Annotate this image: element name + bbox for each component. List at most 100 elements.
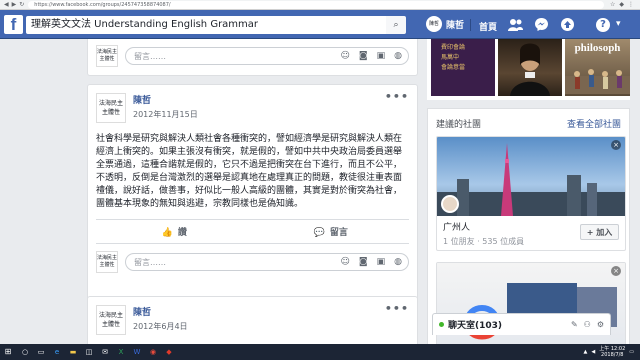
camera-icon[interactable]: ◙ [359, 48, 368, 65]
messenger-icon[interactable] [534, 17, 549, 32]
online-status-icon [439, 322, 444, 327]
avatar[interactable]: 法海民主 主體性 [96, 45, 118, 67]
notifications-icon[interactable] [560, 17, 575, 32]
back-icon[interactable]: ◀ [4, 1, 9, 8]
search-icon[interactable]: ○ [18, 346, 32, 358]
avatar-text: 主體性 [99, 262, 115, 268]
comment-input[interactable]: 留言…… ☺ ◙ ▣ ◍ [125, 253, 409, 271]
gif-icon[interactable]: ▣ [377, 254, 386, 271]
browser-nav: ◀ ▶ ↻ [0, 1, 28, 8]
chat-tools: ✎ ⚇ ⚙ [571, 320, 604, 329]
see-all-groups-link[interactable]: 查看全部社團 [567, 117, 621, 130]
mail-icon[interactable]: ✉ [98, 346, 112, 358]
panel-title: 建議的社團 [436, 120, 482, 130]
post-header: 法海民主 主體性 陳哲 2012年6月4日 [88, 297, 417, 335]
photo-thumbnail[interactable]: philosoph [565, 39, 630, 96]
comment-input[interactable]: 留言…… ☺ ◙ ▣ ◍ [125, 47, 409, 65]
comment-row: 法海民主 主體性 留言…… ☺ ◙ ▣ ◍ [88, 39, 417, 67]
chrome-icon[interactable]: ◉ [146, 346, 160, 358]
volume-icon[interactable]: ◀ [591, 349, 595, 355]
group-info: 广州人 1 位朋友 · 535 位成員 + 加入 [437, 216, 625, 250]
address-bar[interactable]: https://www.facebook.com/groups/24574735… [28, 0, 604, 9]
settings-icon[interactable]: ⚙ [597, 320, 604, 329]
sticker-icon[interactable]: ◍ [394, 254, 402, 271]
chat-bar[interactable]: 聊天室(103) ✎ ⚇ ⚙ [432, 313, 611, 335]
windows-start-icon[interactable]: ⊞ [0, 344, 16, 360]
photo-thumbnail[interactable]: 費印會論 馬萬中 會論意當 [431, 39, 495, 96]
avatar[interactable]: 法海民主 主體性 [96, 305, 126, 335]
task-view-icon[interactable]: ▭ [34, 346, 48, 358]
post-card: 法海民主 主體性 陳哲 2012年11月15日 ••• 社會科學是研究與解決人類… [87, 84, 418, 327]
suggested-groups-panel: 建議的社團 查看全部社團 × 广州人 1 位朋友 · 535 位成員 + 加入 … [427, 108, 630, 344]
post-timestamp[interactable]: 2012年6月4日 [133, 321, 188, 332]
excel-icon[interactable]: X [114, 346, 128, 358]
gif-icon[interactable]: ▣ [377, 48, 386, 65]
comment-label: 留言 [329, 228, 348, 238]
comment-button[interactable]: 💬 留言 [253, 225, 410, 238]
shield-icon[interactable]: ◆ [619, 1, 624, 8]
network-icon[interactable]: ▲ [584, 349, 588, 355]
avatar[interactable]: 法海民主 主體性 [96, 93, 126, 123]
more-options-icon[interactable]: ••• [385, 90, 409, 103]
comment-tools: ☺ ◙ ▣ ◍ [341, 254, 403, 271]
facebook-logo[interactable]: f [4, 15, 23, 34]
acrobat-icon[interactable]: ◆ [162, 346, 176, 358]
menu-icon[interactable]: ⋮ [628, 1, 634, 8]
comment-placeholder: 留言…… [134, 257, 166, 267]
forward-icon[interactable]: ▶ [12, 1, 17, 8]
group-icon[interactable]: ⚇ [584, 320, 591, 329]
jewel-icons [508, 17, 575, 32]
right-sidebar: 費印會論 馬萬中 會論意當 philosoph 建議的社團 查看全部社團 × 广… [427, 39, 630, 344]
comment-placeholder: 留言…… [134, 51, 166, 61]
search-icon[interactable]: ⌕ [386, 16, 406, 34]
camera-icon[interactable]: ◙ [359, 254, 368, 271]
star-icon[interactable]: ☆ [610, 1, 615, 8]
post-body: 社會科學是研究與解決人類社會各種衝突的，譬如經濟學是研究與解決人類在經濟上衝突的… [96, 134, 403, 209]
word-icon[interactable]: W [130, 346, 144, 358]
os-taskbar: ⊞ ○ ▭ e ▬ ◫ ✉ X W ◉ ◆ ▲ ◀ 上午 12:02 2018/… [0, 344, 640, 360]
post-header: 法海民主 主體性 陳哲 2012年11月15日 [88, 85, 417, 123]
chevron-down-icon[interactable]: ▾ [616, 19, 621, 29]
home-link[interactable]: 首頁 [479, 20, 497, 33]
avatar-text: 主體性 [101, 109, 120, 116]
close-icon[interactable]: × [611, 266, 621, 276]
avatar-text: 法海民主 [97, 255, 118, 261]
group-card: × 广州人 1 位朋友 · 535 位成員 + 加入 [436, 136, 626, 251]
search-input[interactable]: 理解英文文法 Understanding English Grammar [26, 16, 404, 34]
profile-link[interactable]: 陳哲 陳哲 [426, 16, 464, 32]
comment-tools: ☺ ◙ ▣ ◍ [341, 48, 403, 65]
sticker-icon[interactable]: ◍ [394, 48, 402, 65]
store-icon[interactable]: ◫ [82, 346, 96, 358]
avatar-text: 主體性 [101, 321, 120, 328]
avatar: 陳哲 [426, 16, 442, 32]
emoji-icon[interactable]: ☺ [341, 48, 350, 65]
post-actions: 👍 讚 💬 留言 [96, 219, 409, 243]
group-cover[interactable]: × [437, 137, 625, 216]
clock-date: 2018/7/8 [601, 352, 624, 358]
friend-requests-icon[interactable] [508, 17, 523, 32]
avatar-text: 法海民主 [97, 49, 118, 55]
close-icon[interactable]: × [611, 140, 621, 150]
edge-icon[interactable]: e [50, 346, 64, 358]
group-photos: 費印會論 馬萬中 會論意當 philosoph [427, 39, 630, 100]
photo-thumbnail[interactable] [498, 39, 562, 96]
like-button[interactable]: 👍 讚 [96, 225, 253, 238]
clock[interactable]: 上午 12:02 2018/7/8 [599, 346, 625, 358]
post-timestamp[interactable]: 2012年11月15日 [133, 109, 198, 120]
post-author[interactable]: 陳哲 [133, 305, 188, 318]
avatar[interactable]: 法海民主 主體性 [96, 251, 118, 273]
join-group-button[interactable]: + 加入 [580, 224, 619, 240]
post-author[interactable]: 陳哲 [133, 93, 198, 106]
avatar-text: 法海民主 [98, 100, 123, 107]
notification-center-icon[interactable]: ▭ [629, 349, 634, 355]
photo-caption: philosoph [574, 42, 621, 54]
facebook-top-bar: f 理解英文文法 Understanding English Grammar ⌕… [0, 10, 640, 39]
folder-icon[interactable]: ▬ [66, 346, 80, 358]
help-icon[interactable]: ? [596, 18, 610, 32]
avatar-text: 法海民主 [98, 312, 123, 319]
reload-icon[interactable]: ↻ [19, 1, 24, 8]
emoji-icon[interactable]: ☺ [341, 254, 350, 271]
post-card: 法海民主 主體性 留言…… ☺ ◙ ▣ ◍ [87, 39, 418, 76]
compose-icon[interactable]: ✎ [571, 320, 578, 329]
more-options-icon[interactable]: ••• [385, 302, 409, 315]
